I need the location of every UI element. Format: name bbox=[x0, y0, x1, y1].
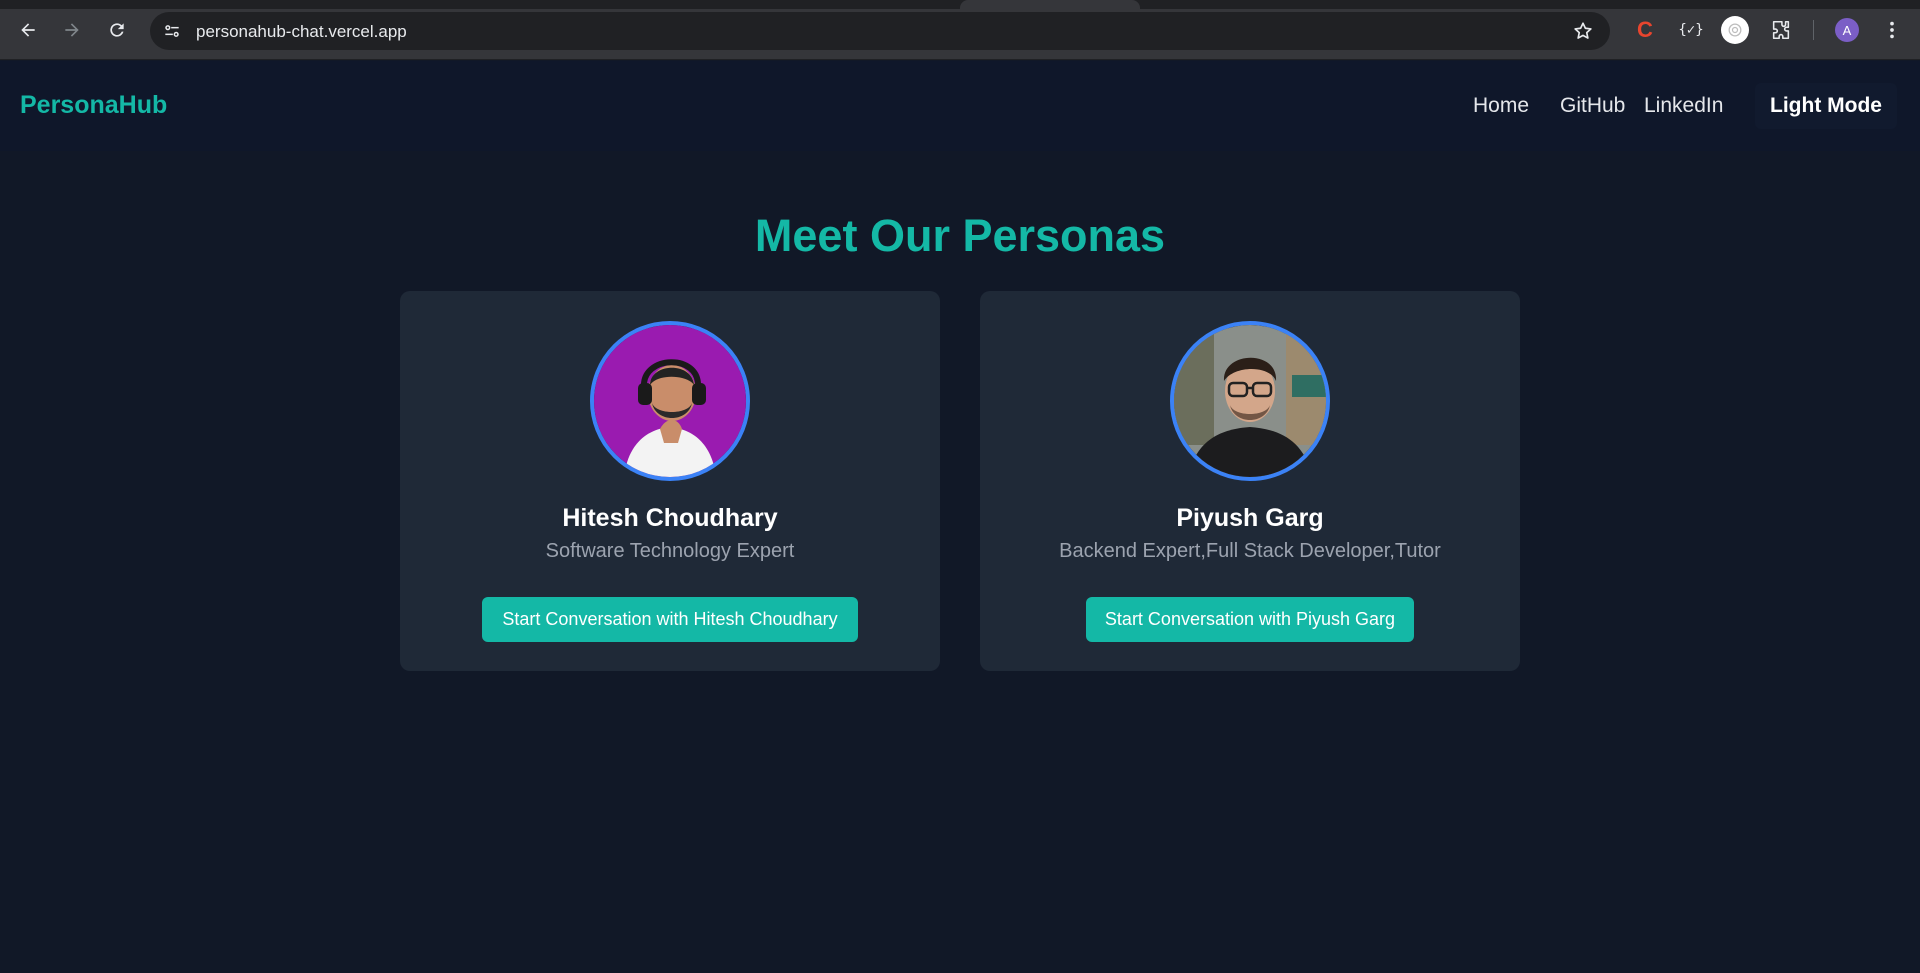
more-menu-icon[interactable] bbox=[1880, 18, 1904, 42]
ai-extension-icon[interactable] bbox=[1721, 16, 1749, 44]
start-conversation-button[interactable]: Start Conversation with Hitesh Choudhary bbox=[482, 597, 858, 642]
back-button[interactable] bbox=[14, 16, 42, 44]
arrow-right-icon bbox=[65, 23, 79, 37]
url-text[interactable]: personahub-chat.vercel.app bbox=[196, 22, 407, 42]
persona-name: Piyush Garg bbox=[1176, 504, 1324, 532]
reload-icon bbox=[110, 23, 124, 37]
bookmark-star-icon[interactable] bbox=[1572, 20, 1594, 42]
page-title: Meet Our Personas bbox=[754, 210, 1166, 261]
active-tab[interactable] bbox=[960, 0, 1140, 9]
theme-toggle-button[interactable]: Light Mode bbox=[1755, 83, 1897, 129]
persona-avatar bbox=[590, 321, 750, 481]
toolbar-divider bbox=[1813, 20, 1814, 40]
reload-button[interactable] bbox=[103, 16, 131, 44]
nav-github[interactable]: GitHub bbox=[1560, 94, 1625, 118]
extension-c-icon[interactable]: C bbox=[1632, 17, 1658, 43]
extensions-puzzle-icon[interactable] bbox=[1768, 17, 1794, 43]
forward-button[interactable] bbox=[58, 16, 86, 44]
arrow-left-icon bbox=[21, 23, 35, 37]
persona-card: Hitesh Choudhary Software Technology Exp… bbox=[400, 291, 940, 671]
brand-logo[interactable]: PersonaHub bbox=[20, 91, 167, 120]
nav-home[interactable]: Home bbox=[1473, 94, 1529, 118]
persona-card: Piyush Garg Backend Expert,Full Stack De… bbox=[980, 291, 1520, 671]
persona-role: Software Technology Expert bbox=[545, 540, 795, 562]
persona-avatar bbox=[1170, 321, 1330, 481]
persona-name: Hitesh Choudhary bbox=[562, 504, 778, 532]
address-bar[interactable]: personahub-chat.vercel.app bbox=[150, 12, 1610, 50]
json-viewer-extension-icon[interactable]: {✓} bbox=[1678, 17, 1704, 43]
nav-linkedin[interactable]: LinkedIn bbox=[1644, 94, 1723, 118]
browser-toolbar: personahub-chat.vercel.app C {✓} A bbox=[0, 0, 1920, 60]
tab-strip bbox=[0, 0, 1920, 9]
site-info-icon[interactable] bbox=[160, 19, 184, 43]
profile-avatar[interactable]: A bbox=[1835, 18, 1859, 42]
start-conversation-button[interactable]: Start Conversation with Piyush Garg bbox=[1086, 597, 1414, 642]
persona-role: Backend Expert,Full Stack Developer,Tuto… bbox=[1059, 540, 1441, 562]
app-header: PersonaHub Home GitHub LinkedIn Light Mo… bbox=[0, 61, 1920, 151]
